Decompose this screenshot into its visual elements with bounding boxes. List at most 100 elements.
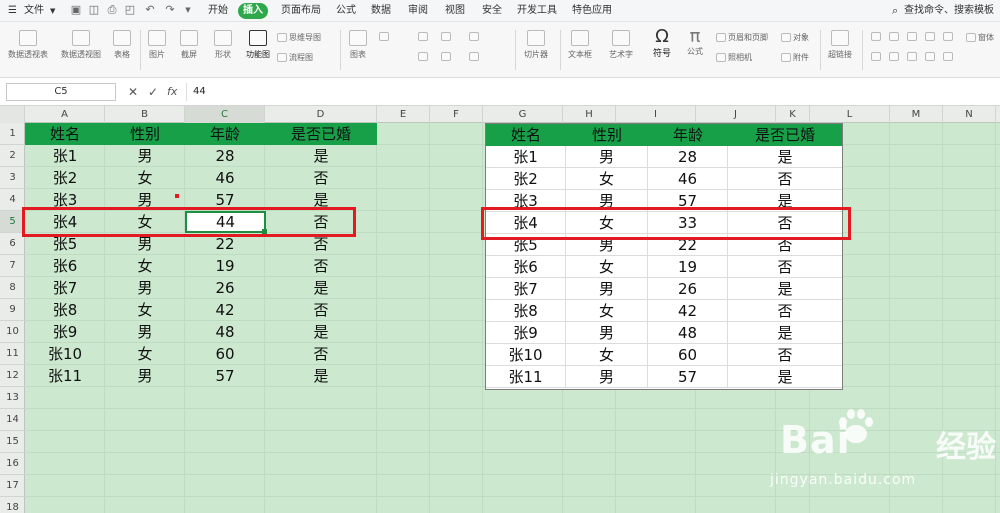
tab-special-apps[interactable]: 特色应用 bbox=[567, 3, 617, 19]
table2-cell[interactable]: 男 bbox=[566, 278, 648, 300]
select-all-corner[interactable] bbox=[0, 106, 25, 123]
table1-cell[interactable]: 否 bbox=[265, 167, 377, 189]
form-button[interactable]: 窗体 bbox=[966, 32, 994, 43]
form-control-8[interactable] bbox=[907, 52, 917, 61]
fx-icon[interactable]: fx bbox=[167, 84, 177, 100]
attachment-button[interactable]: 附件 bbox=[781, 52, 809, 63]
table1-cell[interactable]: 19 bbox=[185, 255, 265, 277]
column-header-j[interactable]: J bbox=[696, 106, 776, 123]
table2-cell[interactable]: 28 bbox=[648, 146, 728, 168]
table2-cell[interactable]: 是 bbox=[728, 322, 842, 344]
form-control-9[interactable] bbox=[925, 52, 935, 61]
table2-cell[interactable]: 女 bbox=[566, 256, 648, 278]
table2-cell[interactable]: 张6 bbox=[486, 256, 566, 278]
row-header-2[interactable]: 2 bbox=[0, 145, 25, 167]
tab-page-layout[interactable]: 页面布局 bbox=[276, 3, 326, 19]
screenshot-button[interactable]: 截屏 bbox=[180, 30, 198, 60]
row-header-7[interactable]: 7 bbox=[0, 255, 25, 277]
table2-cell[interactable]: 张1 bbox=[486, 146, 566, 168]
column-header-m[interactable]: M bbox=[890, 106, 943, 123]
row-header-11[interactable]: 11 bbox=[0, 343, 25, 365]
table2-cell[interactable]: 60 bbox=[648, 344, 728, 366]
mind-map-button[interactable]: 思维导图 bbox=[277, 32, 321, 43]
column-header-e[interactable]: E bbox=[377, 106, 430, 123]
table1-cell[interactable]: 是 bbox=[265, 145, 377, 167]
column-header-a[interactable]: A bbox=[25, 106, 105, 123]
scatter-chart-button[interactable] bbox=[469, 32, 479, 41]
table1-cell[interactable]: 是 bbox=[265, 277, 377, 299]
table1-cell[interactable]: 是 bbox=[265, 321, 377, 343]
column-header-h[interactable]: H bbox=[563, 106, 616, 123]
symbol-button[interactable]: Ω 符号 bbox=[653, 28, 671, 60]
chevron-down-icon[interactable]: ▼ bbox=[50, 4, 55, 18]
object-button[interactable]: 对象 bbox=[781, 32, 809, 43]
table2-cell[interactable]: 46 bbox=[648, 168, 728, 190]
row-header-13[interactable]: 13 bbox=[0, 387, 25, 409]
column-chart-button[interactable] bbox=[379, 32, 389, 41]
table1-cell[interactable]: 57 bbox=[185, 365, 265, 387]
header-footer-button[interactable]: 页眉和页脚 bbox=[716, 32, 768, 43]
table2-header-cell[interactable]: 性别 bbox=[566, 124, 648, 146]
table1-cell[interactable]: 男 bbox=[105, 145, 185, 167]
search-icon[interactable]: ⌕ bbox=[892, 4, 898, 18]
tab-view[interactable]: 视图 bbox=[440, 3, 470, 19]
table1-cell[interactable]: 张8 bbox=[25, 299, 105, 321]
table2-cell[interactable]: 否 bbox=[728, 300, 842, 322]
other-chart-button[interactable] bbox=[469, 52, 479, 61]
table2-cell[interactable]: 男 bbox=[566, 146, 648, 168]
form-control-5[interactable] bbox=[943, 32, 953, 41]
hamburger-icon[interactable]: ☰ bbox=[8, 4, 17, 18]
table2-header-cell[interactable]: 是否已婚 bbox=[728, 124, 842, 146]
undo-icon[interactable]: ↶ bbox=[144, 4, 156, 16]
table2-cell[interactable]: 张10 bbox=[486, 344, 566, 366]
table1-cell[interactable]: 男 bbox=[105, 321, 185, 343]
print-icon[interactable]: ⎙ bbox=[106, 4, 118, 16]
tab-security[interactable]: 安全 bbox=[477, 3, 507, 19]
table1-cell[interactable]: 48 bbox=[185, 321, 265, 343]
slicer-button[interactable]: 切片器 bbox=[524, 30, 548, 60]
table2-cell[interactable]: 否 bbox=[728, 256, 842, 278]
column-header-b[interactable]: B bbox=[105, 106, 185, 123]
save-icon[interactable]: ▣ bbox=[70, 4, 82, 16]
table1-cell[interactable]: 张2 bbox=[25, 167, 105, 189]
quick-access-more-icon[interactable]: ▼ bbox=[182, 4, 194, 16]
column-header-d[interactable]: D bbox=[265, 106, 377, 123]
table2-cell[interactable]: 是 bbox=[728, 366, 842, 388]
table2-cell[interactable]: 张11 bbox=[486, 366, 566, 388]
table2-cell[interactable]: 19 bbox=[648, 256, 728, 278]
table1-cell[interactable]: 是 bbox=[265, 365, 377, 387]
table1-cell[interactable]: 女 bbox=[105, 167, 185, 189]
table1-cell[interactable]: 60 bbox=[185, 343, 265, 365]
function-chart-button[interactable]: 功能图 bbox=[246, 30, 270, 60]
table1-cell[interactable]: 女 bbox=[105, 255, 185, 277]
column-header-g[interactable]: G bbox=[483, 106, 563, 123]
row-header-1[interactable]: 1 bbox=[0, 123, 25, 145]
table2-cell[interactable]: 否 bbox=[728, 168, 842, 190]
table1-cell[interactable]: 张6 bbox=[25, 255, 105, 277]
column-header-l[interactable]: L bbox=[810, 106, 890, 123]
table2-cell[interactable]: 男 bbox=[566, 366, 648, 388]
picture-button[interactable]: 图片 bbox=[148, 30, 166, 60]
name-box[interactable]: C5 bbox=[6, 83, 116, 101]
table2-cell[interactable]: 张9 bbox=[486, 322, 566, 344]
form-control-2[interactable] bbox=[889, 32, 899, 41]
formula-input[interactable]: 44 bbox=[186, 83, 991, 101]
column-header-f[interactable]: F bbox=[430, 106, 483, 123]
table1-cell[interactable]: 张7 bbox=[25, 277, 105, 299]
textbox-button[interactable]: 文本框 bbox=[568, 30, 592, 60]
column-header-n[interactable]: N bbox=[943, 106, 996, 123]
pie-chart-button[interactable] bbox=[441, 52, 451, 61]
table2-cell[interactable]: 女 bbox=[566, 168, 648, 190]
column-header-k[interactable]: K bbox=[776, 106, 810, 123]
table2-cell[interactable]: 48 bbox=[648, 322, 728, 344]
row-header-10[interactable]: 10 bbox=[0, 321, 25, 343]
table2-cell[interactable]: 男 bbox=[566, 322, 648, 344]
table2-cell[interactable]: 张2 bbox=[486, 168, 566, 190]
wordart-button[interactable]: 艺术字 bbox=[609, 30, 633, 60]
table1-cell[interactable]: 张11 bbox=[25, 365, 105, 387]
table2-cell[interactable]: 是 bbox=[728, 278, 842, 300]
table1-cell[interactable]: 否 bbox=[265, 343, 377, 365]
cancel-icon[interactable]: ✕ bbox=[128, 84, 138, 100]
table1-cell[interactable]: 28 bbox=[185, 145, 265, 167]
table1-cell[interactable]: 42 bbox=[185, 299, 265, 321]
